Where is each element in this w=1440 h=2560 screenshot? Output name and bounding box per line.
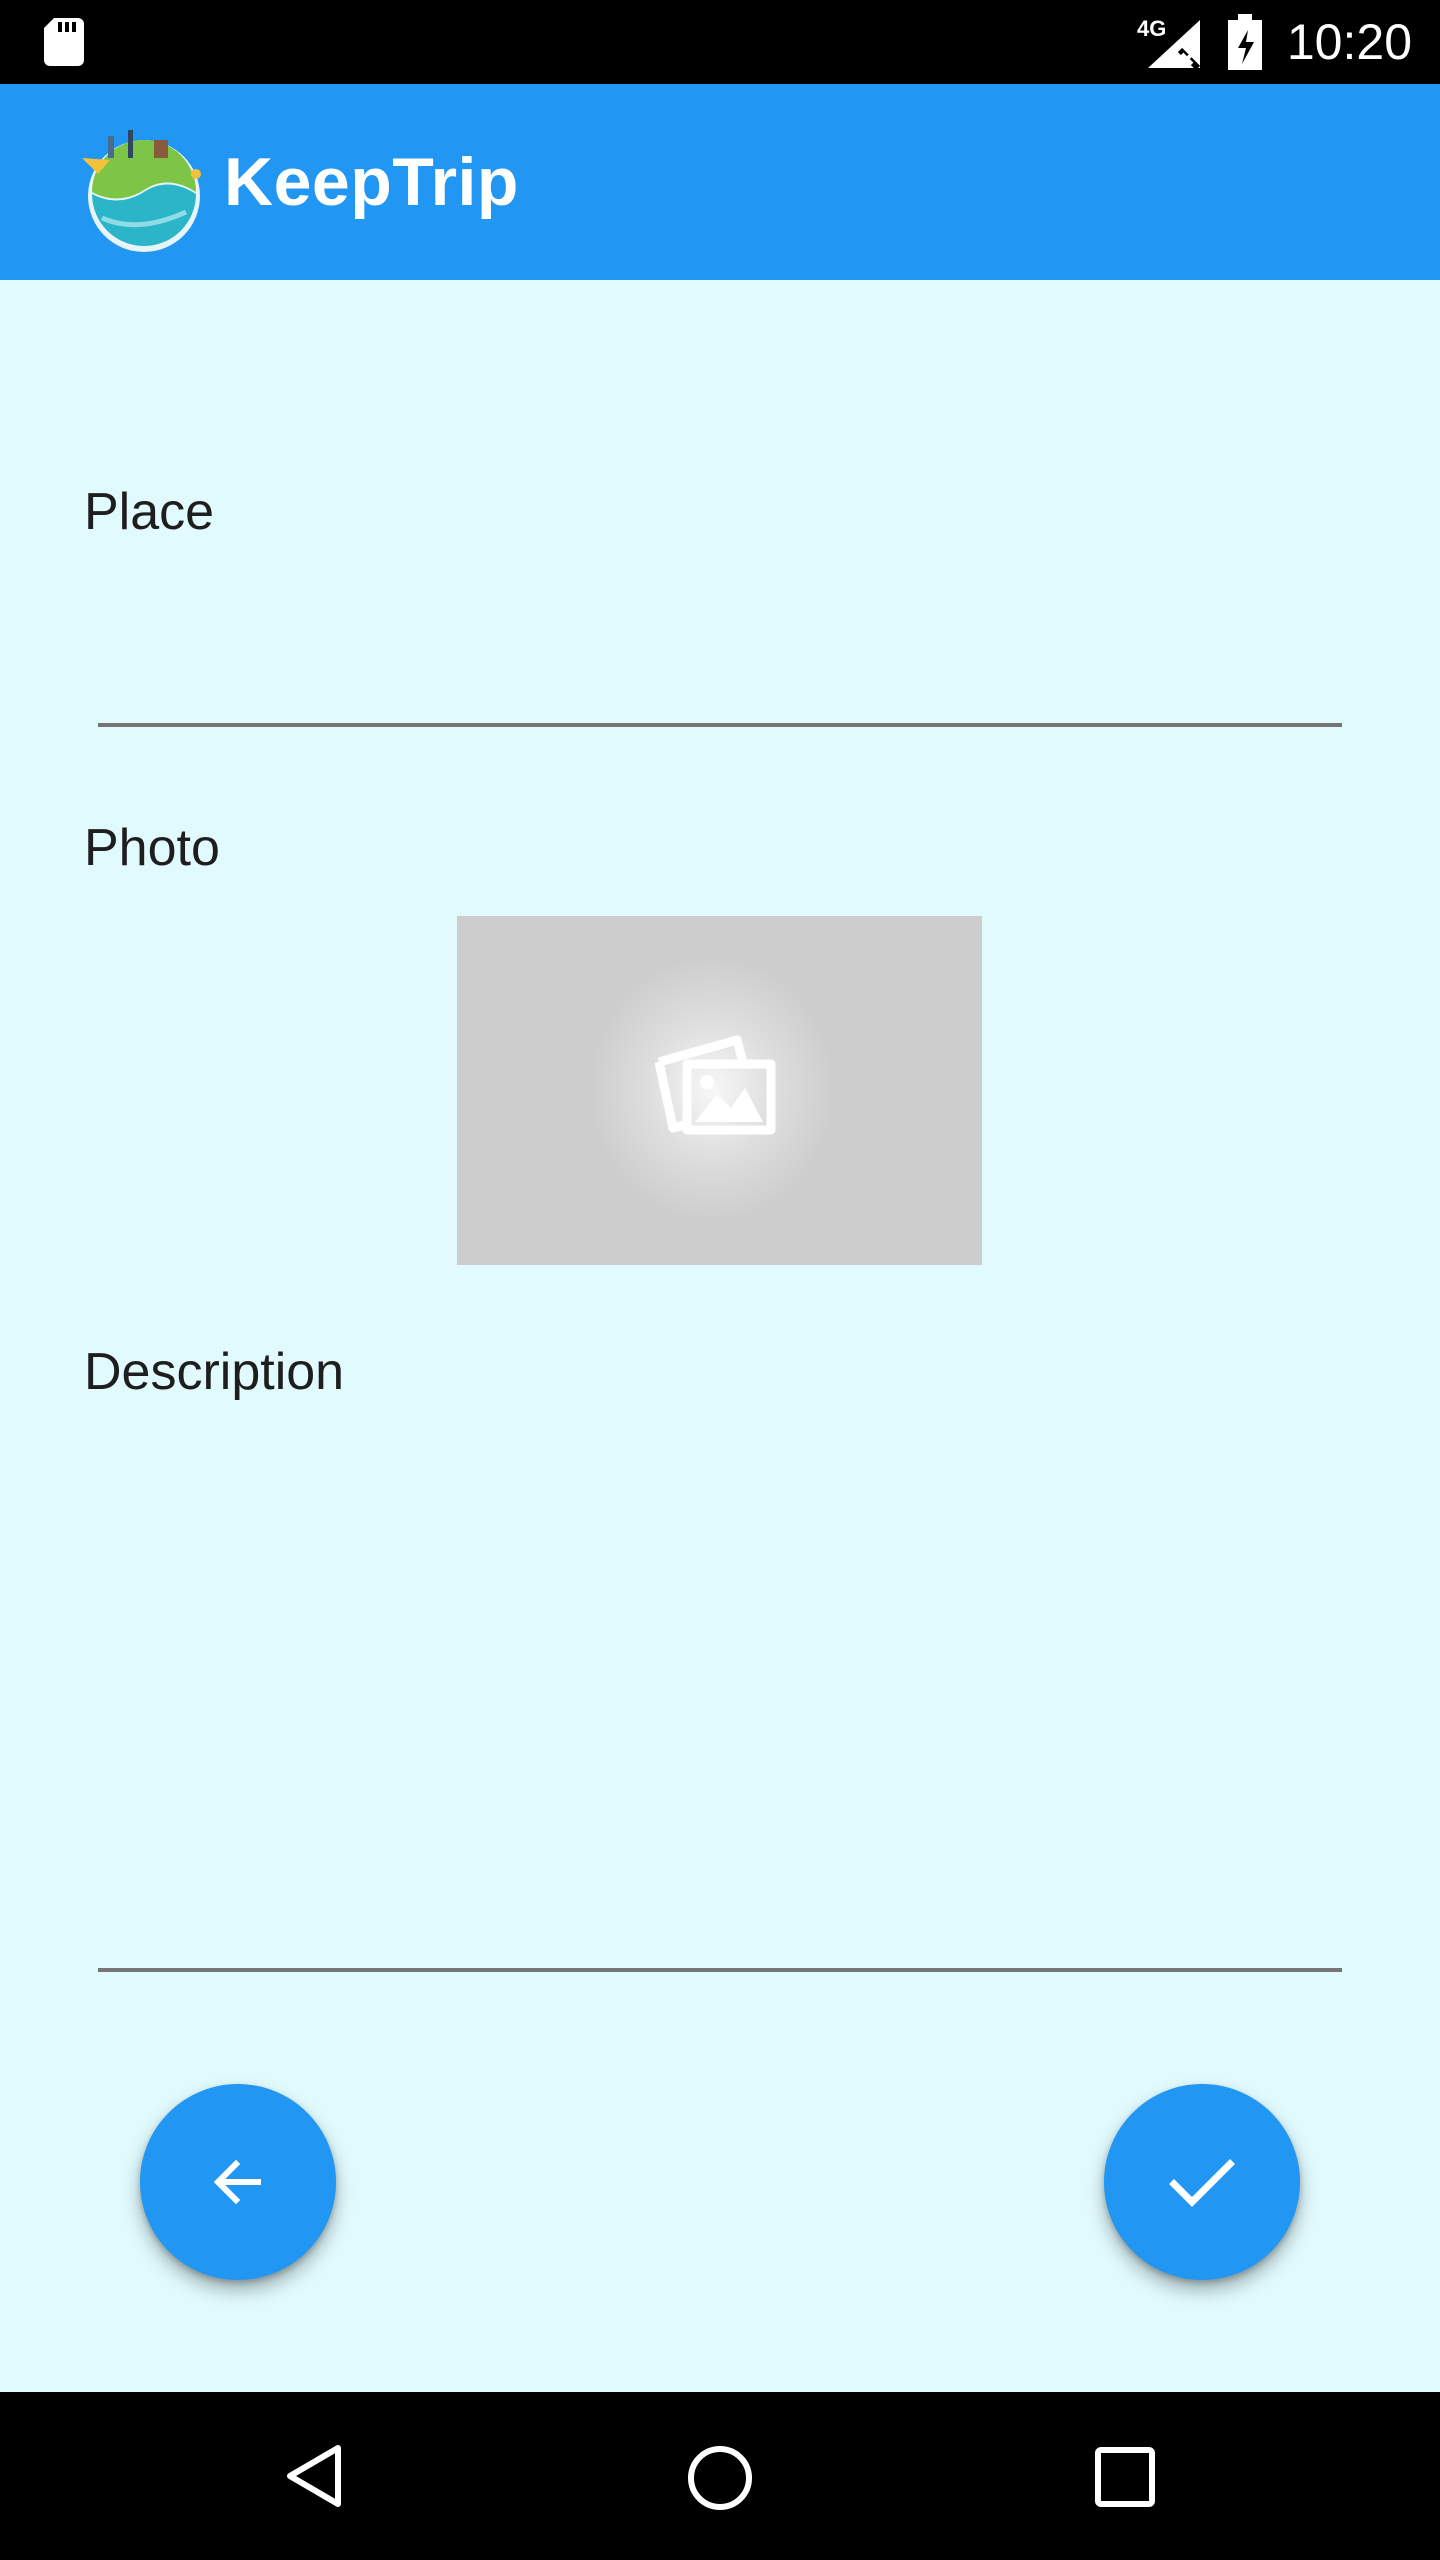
place-input[interactable] — [98, 600, 1342, 720]
place-label: Place — [84, 483, 215, 541]
confirm-button[interactable] — [1104, 2084, 1300, 2280]
keeptrip-logo-icon — [82, 130, 201, 252]
clock: 10:20 — [1286, 14, 1412, 70]
back-button[interactable] — [140, 2084, 336, 2280]
sd-card-icon — [44, 18, 84, 66]
app-title: KeepTrip — [224, 144, 519, 220]
photo-picker[interactable] — [457, 916, 982, 1265]
signal-icon — [1148, 20, 1201, 68]
arrow-left-icon — [213, 2159, 261, 2205]
battery-icon — [1228, 14, 1262, 70]
image-placeholder-icon — [654, 1035, 776, 1135]
app-bar: KeepTrip — [0, 84, 1440, 280]
check-icon — [1169, 2159, 1235, 2207]
place-input-underline — [98, 723, 1342, 727]
description-input[interactable] — [98, 1440, 1342, 1960]
photo-label: Photo — [84, 819, 220, 877]
description-label: Description — [84, 1343, 345, 1401]
navigation-bar — [0, 2392, 1440, 2560]
home-circle-icon[interactable] — [686, 2444, 754, 2512]
recents-square-icon[interactable] — [1094, 2446, 1156, 2508]
status-bar: 4G 10:20 — [0, 0, 1440, 84]
description-input-underline — [98, 1968, 1342, 1972]
back-triangle-icon[interactable] — [282, 2442, 346, 2510]
